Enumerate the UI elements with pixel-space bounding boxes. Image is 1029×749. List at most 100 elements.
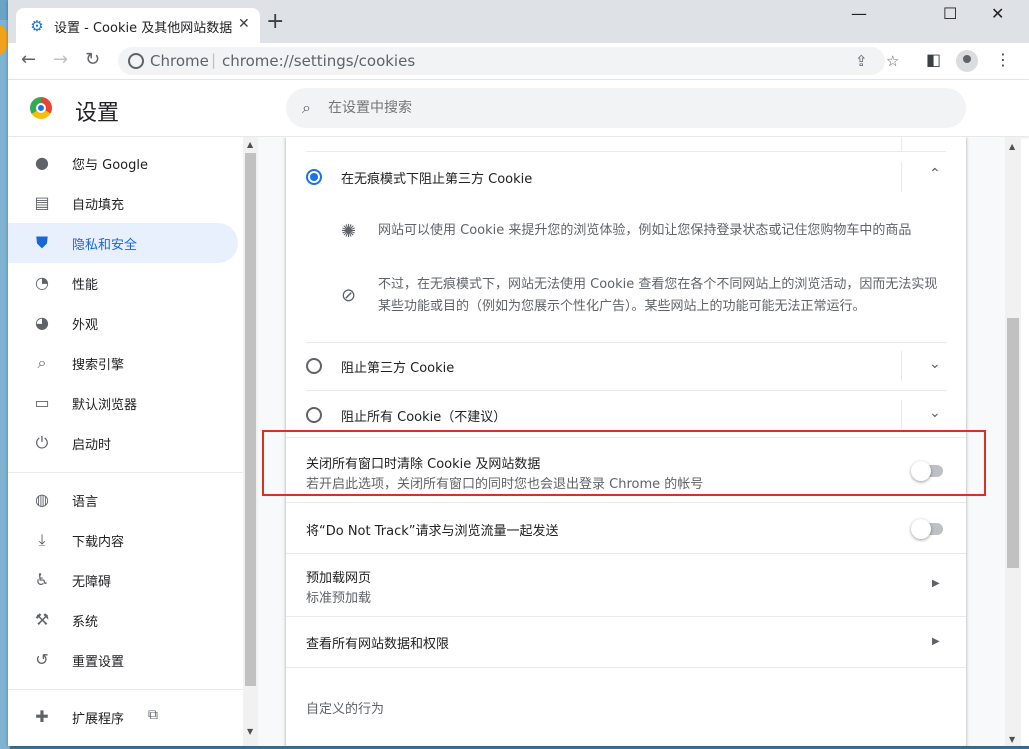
tab-title: 设置 - Cookie 及其他网站数据 xyxy=(54,21,233,36)
sidebar-item-label: 扩展程序 xyxy=(72,712,125,727)
sidebar-item-you-and-google[interactable]: ● 您与 Google xyxy=(8,143,238,183)
clear-on-exit-label: 关闭所有窗口时清除 Cookie 及网站数据 xyxy=(306,457,541,472)
star-icon[interactable]: ☆ xyxy=(886,52,899,70)
cookie-settings-card: 在无痕模式下阻止第三方 Cookie ⌃ ✺ 网站可以使用 Cookie 来提升… xyxy=(286,137,966,746)
clear-on-exit-toggle[interactable] xyxy=(911,461,943,481)
radio-block-all[interactable] xyxy=(306,407,322,423)
address-bar[interactable]: Chrome | chrome://settings/cookies ⇪ ☆ xyxy=(118,47,899,75)
do-not-track-label: 将“Do Not Track”请求与浏览流量一起发送 xyxy=(306,524,559,539)
scroll-down-arrow-icon[interactable]: ▼ xyxy=(1009,735,1015,744)
site-data-row[interactable]: 查看所有网站数据和权限 ▶ xyxy=(286,617,966,667)
restore-icon: ↺ xyxy=(35,650,49,669)
scroll-up-arrow-icon[interactable]: ▲ xyxy=(1009,142,1015,151)
globe-icon: ◍ xyxy=(35,490,49,509)
sidebar-item-extensions[interactable]: ✚ 扩展程序 ⧉ xyxy=(8,697,238,737)
search-icon: ⌕ xyxy=(302,98,311,117)
detail-text: 网站可以使用 Cookie 来提升您的浏览体验，例如让您保持登录状态或记住您购物… xyxy=(378,223,912,238)
kebab-menu-icon[interactable]: ⋮ xyxy=(995,50,1011,69)
sidebar-item-privacy[interactable]: ⛊ 隐私和安全 xyxy=(8,223,238,263)
search-icon: ⌕ xyxy=(37,353,47,372)
avatar[interactable] xyxy=(956,50,978,72)
person-icon: ● xyxy=(35,153,49,172)
maximize-button[interactable]: ☐ xyxy=(943,4,957,23)
block-icon: ⊘ xyxy=(341,285,357,306)
sidebar-item-on-startup[interactable]: ⏻ 启动时 xyxy=(8,423,238,463)
sidebar-divider xyxy=(8,689,248,690)
address-origin: Chrome xyxy=(150,52,209,70)
sidebar-item-accessibility[interactable]: ♿ 无障碍 xyxy=(8,560,238,600)
scroll-up-arrow-icon[interactable]: ▲ xyxy=(247,140,253,149)
row-separator xyxy=(901,137,902,151)
sidebar-item-label: 默认浏览器 xyxy=(72,398,138,413)
title-bar: ⚙ 设置 - Cookie 及其他网站数据 ✕ + — ☐ ✕ xyxy=(8,0,1029,43)
sidebar-item-search-engine[interactable]: ⌕ 搜索引擎 xyxy=(8,343,238,383)
side-panel-icon[interactable]: ◧ xyxy=(926,50,941,69)
puzzle-icon: ✚ xyxy=(35,707,49,726)
sidebar-divider xyxy=(8,472,248,473)
row-divider xyxy=(306,342,946,343)
row-divider xyxy=(286,667,966,668)
palette-icon: ◕ xyxy=(35,313,49,332)
site-data-label: 查看所有网站数据和权限 xyxy=(306,637,450,652)
search-input[interactable] xyxy=(328,88,928,128)
sidebar-item-downloads[interactable]: ⤓ 下载内容 xyxy=(8,520,238,560)
sidebar-item-default-browser[interactable]: ▭ 默认浏览器 xyxy=(8,383,238,423)
sidebar-item-label: 性能 xyxy=(72,278,99,293)
do-not-track-toggle[interactable] xyxy=(911,519,943,539)
radio-block-third-party[interactable] xyxy=(306,358,322,374)
close-icon[interactable]: ✕ xyxy=(238,16,250,32)
chevron-down-icon[interactable]: ⌄ xyxy=(929,405,941,421)
settings-header: 设置 ⌕ xyxy=(8,80,1029,136)
preload-label: 预加载网页 xyxy=(306,571,372,586)
preload-row[interactable]: 预加载网页 标准预加载 ▶ xyxy=(286,554,966,616)
power-icon: ⏻ xyxy=(35,433,49,452)
chevron-down-icon[interactable]: ⌄ xyxy=(929,356,941,372)
sidebar-scrollbar-thumb[interactable] xyxy=(245,153,256,686)
scroll-down-arrow-icon[interactable]: ▼ xyxy=(247,727,253,736)
reload-icon[interactable]: ↻ xyxy=(85,49,100,70)
sidebar-item-label: 搜索引擎 xyxy=(72,358,125,373)
row-divider xyxy=(286,437,966,438)
sidebar-item-languages[interactable]: ◍ 语言 xyxy=(8,480,238,520)
sidebar-item-label: 自动填充 xyxy=(72,198,125,213)
toggle-knob xyxy=(911,519,931,539)
sidebar-item-autofill[interactable]: ▤ 自动填充 xyxy=(8,183,238,223)
detail-text: 不过，在无痕模式下，网站无法使用 Cookie 查看您在各个不同网站上的浏览活动… xyxy=(378,277,938,314)
radio-block-third-party-incognito[interactable] xyxy=(306,169,322,185)
sidebar-item-system[interactable]: ⚒ 系统 xyxy=(8,600,238,640)
sidebar-item-label: 您与 Google xyxy=(72,158,148,173)
sidebar-item-appearance[interactable]: ◕ 外观 xyxy=(8,303,238,343)
row-divider xyxy=(306,390,946,391)
new-tab-button[interactable]: + xyxy=(266,11,284,33)
sidebar-item-performance[interactable]: ◔ 性能 xyxy=(8,263,238,303)
minimize-button[interactable]: — xyxy=(851,4,867,23)
back-arrow-icon[interactable]: ← xyxy=(21,49,36,70)
sidebar-item-label: 隐私和安全 xyxy=(72,238,138,253)
sidebar-item-label: 启动时 xyxy=(72,438,112,453)
main-scrollbar-thumb[interactable] xyxy=(1007,318,1019,568)
custom-behaviors-heading: 自定义的行为 xyxy=(306,702,385,717)
forward-arrow-icon[interactable]: → xyxy=(53,49,68,70)
settings-main: 在无痕模式下阻止第三方 Cookie ⌃ ✺ 网站可以使用 Cookie 来提升… xyxy=(258,137,1008,746)
settings-search[interactable]: ⌕ xyxy=(286,88,966,128)
download-icon: ⤓ xyxy=(38,530,46,549)
clipboard-icon: ▤ xyxy=(34,193,50,212)
arrow-right-icon: ▶ xyxy=(932,636,940,647)
cookie-icon: ✺ xyxy=(341,221,357,242)
sidebar-item-reset-settings[interactable]: ↺ 重置设置 xyxy=(8,640,238,680)
browser-icon: ▭ xyxy=(34,393,50,412)
share-icon[interactable]: ⇪ xyxy=(855,52,868,70)
shield-icon: ⛊ xyxy=(35,233,48,252)
row-divider xyxy=(306,151,946,152)
sidebar: ● 您与 Google ▤ 自动填充 ⛊ 隐私和安全 ◔ 性能 ◕ 外观 ⌕ 搜… xyxy=(8,137,248,746)
option-label: 阻止第三方 Cookie xyxy=(341,361,455,376)
tab-settings-cookies[interactable]: ⚙ 设置 - Cookie 及其他网站数据 ✕ xyxy=(16,8,260,43)
chevron-up-icon[interactable]: ⌃ xyxy=(929,166,941,182)
window-close-button[interactable]: ✕ xyxy=(991,4,1004,23)
row-separator xyxy=(901,351,902,381)
clear-on-exit-sub: 若开启此选项，关闭所有窗口的同时您也会退出登录 Chrome 的帐号 xyxy=(306,477,704,492)
row-separator xyxy=(901,162,902,192)
sidebar-item-label: 外观 xyxy=(72,318,99,333)
page-title: 设置 xyxy=(75,101,120,126)
sidebar-item-label: 重置设置 xyxy=(72,655,125,670)
